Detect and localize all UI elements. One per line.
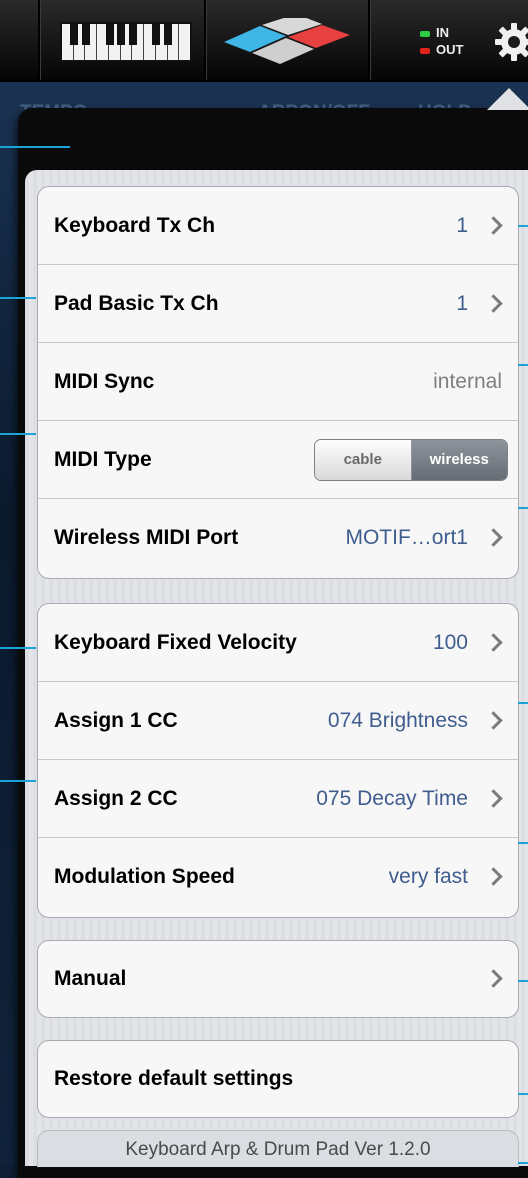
keyboard-tx-ch-row[interactable]: Keyboard Tx Ch 1: [38, 187, 518, 264]
version-footer: Keyboard Arp & Drum Pad Ver 1.2.0: [37, 1130, 519, 1167]
popover-arrow: [487, 88, 528, 110]
midi-in-label: IN: [436, 25, 449, 40]
toolbar-divider: [38, 0, 41, 80]
modulation-speed-row[interactable]: Modulation Speed very fast: [38, 837, 518, 915]
version-text: Keyboard Arp & Drum Pad Ver 1.2.0: [125, 1139, 431, 1160]
assign-1-cc-value: 074 Brightness: [327, 708, 468, 732]
chevron-right-icon: [484, 969, 503, 988]
gear-icon[interactable]: [494, 22, 528, 62]
assign-2-cc-label: Assign 2 CC: [54, 786, 178, 810]
callout-line: [518, 1093, 528, 1095]
wireless-midi-port-row[interactable]: Wireless MIDI Port MOTIF…ort1: [38, 498, 518, 576]
callout-line: [518, 980, 528, 982]
toolbar-divider: [368, 0, 371, 80]
keyboard-fixed-velocity-value: 100: [432, 630, 468, 654]
chevron-right-icon: [484, 215, 503, 235]
callout-line: [518, 364, 528, 366]
midi-sync-value: internal: [433, 369, 502, 393]
keyboard-fixed-velocity-label: Keyboard Fixed Velocity: [54, 630, 297, 654]
manual-label: Manual: [54, 967, 127, 990]
pad-basic-tx-ch-label: Pad Basic Tx Ch: [54, 291, 219, 315]
callout-line: [0, 146, 70, 148]
modulation-speed-value: very fast: [388, 864, 468, 888]
chevron-right-icon: [484, 293, 503, 313]
top-toolbar: IN OUT: [0, 0, 528, 82]
pad-basic-tx-ch-row[interactable]: Pad Basic Tx Ch 1: [38, 264, 518, 342]
segment-wireless[interactable]: wireless: [411, 439, 507, 480]
restore-group: Restore default settings: [37, 1040, 519, 1118]
assign-2-cc-value: 075 Decay Time: [316, 786, 468, 810]
midi-settings-group: Keyboard Tx Ch 1 Pad Basic Tx Ch 1 MIDI …: [37, 186, 519, 579]
callout-line: [518, 225, 528, 227]
midi-sync-label: MIDI Sync: [54, 369, 155, 393]
drum-pads-icon[interactable]: [222, 18, 352, 64]
wireless-midi-port-value: MOTIF…ort1: [345, 525, 468, 549]
callout-line: [0, 647, 36, 649]
keyboard-tx-ch-label: Keyboard Tx Ch: [54, 213, 216, 237]
restore-defaults-label: Restore default settings: [54, 1067, 294, 1090]
chevron-right-icon: [484, 527, 503, 547]
segment-cable[interactable]: cable: [315, 439, 412, 480]
midi-out-led: [420, 47, 430, 54]
toolbar-divider: [204, 0, 207, 80]
assign-1-cc-label: Assign 1 CC: [54, 708, 178, 732]
callout-line: [518, 842, 528, 844]
wireless-midi-port-label: Wireless MIDI Port: [54, 525, 239, 549]
midi-out-label: OUT: [436, 42, 464, 57]
midi-type-row: MIDI Type cable wireless: [38, 420, 518, 498]
chevron-right-icon: [484, 866, 503, 886]
keyboard-fixed-velocity-row[interactable]: Keyboard Fixed Velocity 100: [38, 604, 518, 681]
callout-line: [0, 433, 36, 435]
controller-settings-group: Keyboard Fixed Velocity 100 Assign 1 CC …: [37, 603, 519, 918]
chevron-right-icon: [484, 632, 503, 652]
midi-in-led: [420, 30, 430, 37]
midi-io-indicator: IN OUT: [420, 24, 463, 58]
callout-line: [0, 297, 36, 299]
manual-row[interactable]: Manual: [38, 941, 518, 1017]
callout-line: [0, 780, 36, 782]
midi-type-label: MIDI Type: [54, 447, 152, 471]
restore-defaults-button[interactable]: Restore default settings: [38, 1041, 518, 1117]
midi-type-segmented-control[interactable]: cable wireless: [314, 438, 508, 481]
callout-line: [518, 507, 528, 509]
assign-2-cc-row[interactable]: Assign 2 CC 075 Decay Time: [38, 759, 518, 837]
callout-line: [518, 1162, 528, 1164]
chevron-right-icon: [484, 710, 503, 730]
assign-1-cc-row[interactable]: Assign 1 CC 074 Brightness: [38, 681, 518, 759]
manual-group: Manual: [37, 940, 519, 1018]
pad-basic-tx-ch-value: 1: [456, 291, 468, 315]
modulation-speed-label: Modulation Speed: [54, 864, 235, 888]
midi-sync-row: MIDI Sync internal: [38, 342, 518, 420]
callout-line: [518, 702, 528, 704]
keyboard-tx-ch-value: 1: [456, 213, 468, 237]
chevron-right-icon: [484, 788, 503, 808]
piano-keyboard-icon[interactable]: [60, 22, 192, 62]
